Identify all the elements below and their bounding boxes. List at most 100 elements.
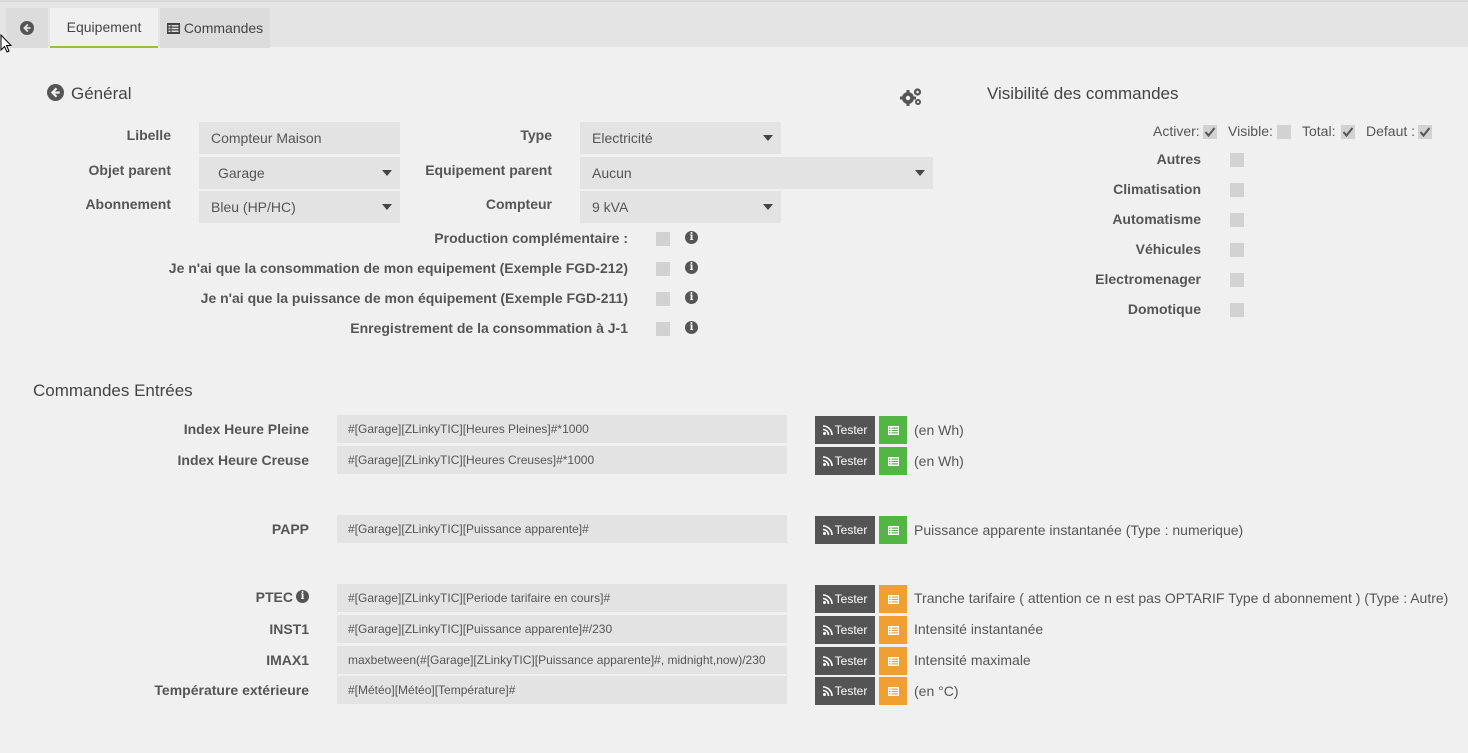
tab-equipement[interactable]: Equipement bbox=[50, 8, 158, 48]
commands-title: Commandes Entrées bbox=[33, 381, 193, 400]
libelle-value: Compteur Maison bbox=[211, 130, 322, 146]
objet-parent-select[interactable]: Garage bbox=[199, 157, 400, 189]
info-icon[interactable]: i bbox=[296, 590, 309, 603]
command-input[interactable]: #[Météo][Météo][Température]# bbox=[337, 676, 787, 704]
option-checkbox[interactable] bbox=[656, 262, 670, 276]
tester-button[interactable]: Tester bbox=[815, 585, 875, 613]
tester-label: Tester bbox=[834, 654, 868, 668]
type-label: Type bbox=[520, 127, 552, 143]
option-label: Enregistrement de la consommation à J-1 bbox=[350, 320, 628, 336]
activer-checkbox[interactable] bbox=[1203, 125, 1217, 139]
command-label: Index Heure Creuse bbox=[177, 452, 310, 468]
option-label: Je n'ai que la puissance de mon équipeme… bbox=[200, 290, 628, 306]
command-value: #[Garage][ZLinkyTIC][Puissance apparente… bbox=[348, 522, 589, 536]
tester-label: Tester bbox=[834, 423, 868, 437]
command-value: #[Météo][Météo][Température]# bbox=[348, 683, 516, 697]
command-value: #[Garage][ZLinkyTIC][Heures Creuses]#*10… bbox=[348, 453, 595, 467]
info-icon[interactable]: i bbox=[685, 321, 698, 334]
command-label: Index Heure Pleine bbox=[183, 421, 309, 437]
command-value: #[Garage][ZLinkyTIC][Heures Pleines]#*10… bbox=[348, 422, 589, 436]
tab-commandes[interactable]: Commandes bbox=[160, 8, 270, 48]
defaut-label: Defaut : bbox=[1366, 123, 1416, 139]
arrow-circle-left-icon bbox=[20, 21, 34, 35]
abonnement-label: Abonnement bbox=[85, 196, 171, 212]
list-icon bbox=[166, 22, 180, 34]
option-checkbox[interactable] bbox=[656, 322, 670, 336]
category-checkbox[interactable] bbox=[1230, 243, 1244, 257]
compteur-label: Compteur bbox=[485, 196, 552, 212]
abonnement-select[interactable]: Bleu (HP/HC) bbox=[199, 191, 400, 223]
tester-button[interactable]: Tester bbox=[815, 516, 875, 544]
command-label: INST1 bbox=[269, 621, 309, 637]
category-checkbox[interactable] bbox=[1230, 303, 1244, 317]
gears-icon[interactable] bbox=[900, 87, 923, 107]
equipement-parent-select[interactable]: Aucun bbox=[580, 157, 933, 189]
tester-button[interactable]: Tester bbox=[815, 616, 875, 644]
tester-button[interactable]: Tester bbox=[815, 647, 875, 675]
tester-button[interactable]: Tester bbox=[815, 677, 875, 705]
command-input[interactable]: #[Garage][ZLinkyTIC][Heures Creuses]#*10… bbox=[337, 446, 787, 474]
compteur-value: 9 kVA bbox=[592, 199, 629, 215]
info-icon[interactable]: i bbox=[685, 291, 698, 304]
info-icon[interactable]: i bbox=[685, 231, 698, 244]
command-description: (en Wh) bbox=[914, 422, 964, 438]
command-input[interactable]: #[Garage][ZLinkyTIC][Puissance apparente… bbox=[337, 515, 787, 543]
tester-button[interactable]: Tester bbox=[815, 416, 875, 444]
configure-button[interactable] bbox=[879, 677, 907, 705]
rss-icon bbox=[822, 594, 833, 604]
libelle-input[interactable]: Compteur Maison bbox=[199, 122, 400, 154]
general-title: Général bbox=[71, 84, 132, 103]
command-label: IMAX1 bbox=[266, 652, 309, 668]
configure-button[interactable] bbox=[879, 447, 907, 475]
info-icon[interactable]: i bbox=[685, 261, 698, 274]
command-description: (en °C) bbox=[914, 683, 959, 699]
rss-icon bbox=[822, 525, 833, 535]
tester-label: Tester bbox=[834, 592, 868, 606]
command-value: maxbetween(#[Garage][ZLinkyTIC][Puissanc… bbox=[348, 653, 766, 667]
activer-label: Activer: bbox=[1153, 123, 1200, 139]
option-checkbox[interactable] bbox=[656, 292, 670, 306]
command-label: Température extérieure bbox=[154, 682, 309, 698]
command-label: PTEC bbox=[255, 589, 293, 605]
compteur-select[interactable]: 9 kVA bbox=[580, 191, 781, 223]
back-button[interactable] bbox=[6, 8, 48, 48]
visible-checkbox[interactable] bbox=[1277, 125, 1291, 139]
category-checkbox[interactable] bbox=[1230, 213, 1244, 227]
category-label: Domotique bbox=[1127, 301, 1201, 317]
rss-icon bbox=[822, 625, 833, 635]
command-description: Tranche tarifaire ( attention ce n est p… bbox=[914, 590, 1449, 606]
configure-button[interactable] bbox=[879, 647, 907, 675]
list-icon bbox=[887, 686, 899, 696]
option-checkbox[interactable] bbox=[656, 232, 670, 246]
configure-button[interactable] bbox=[879, 516, 907, 544]
total-checkbox[interactable] bbox=[1341, 125, 1355, 139]
defaut-checkbox[interactable] bbox=[1418, 125, 1432, 139]
command-description: Intensité instantanée bbox=[914, 621, 1044, 637]
command-input[interactable]: #[Garage][ZLinkyTIC][Periode tarifaire e… bbox=[337, 584, 787, 612]
category-checkbox[interactable] bbox=[1230, 183, 1244, 197]
command-input[interactable]: #[Garage][ZLinkyTIC][Puissance apparente… bbox=[337, 615, 787, 643]
total-label: Total: bbox=[1302, 123, 1336, 139]
command-input[interactable]: maxbetween(#[Garage][ZLinkyTIC][Puissanc… bbox=[337, 646, 787, 674]
configure-button[interactable] bbox=[879, 416, 907, 444]
chevron-down-icon bbox=[382, 204, 392, 210]
configure-button[interactable] bbox=[879, 585, 907, 613]
chevron-down-icon bbox=[382, 170, 392, 176]
command-label: PAPP bbox=[271, 521, 309, 537]
list-icon bbox=[887, 625, 899, 635]
objet-parent-value: Garage bbox=[218, 165, 265, 181]
category-checkbox[interactable] bbox=[1230, 153, 1244, 167]
list-icon bbox=[887, 594, 899, 604]
tab-bar: Equipement Commandes bbox=[0, 2, 1468, 48]
arrow-circle-left-icon[interactable] bbox=[47, 84, 64, 101]
tester-button[interactable]: Tester bbox=[815, 447, 875, 475]
category-checkbox[interactable] bbox=[1230, 273, 1244, 287]
rss-icon bbox=[822, 456, 833, 466]
type-select[interactable]: Electricité bbox=[580, 122, 781, 154]
list-icon bbox=[887, 525, 899, 535]
configure-button[interactable] bbox=[879, 616, 907, 644]
rss-icon bbox=[822, 686, 833, 696]
command-input[interactable]: #[Garage][ZLinkyTIC][Heures Pleines]#*10… bbox=[337, 415, 787, 443]
libelle-label: Libelle bbox=[126, 127, 171, 143]
command-value: #[Garage][ZLinkyTIC][Periode tarifaire e… bbox=[348, 591, 611, 605]
